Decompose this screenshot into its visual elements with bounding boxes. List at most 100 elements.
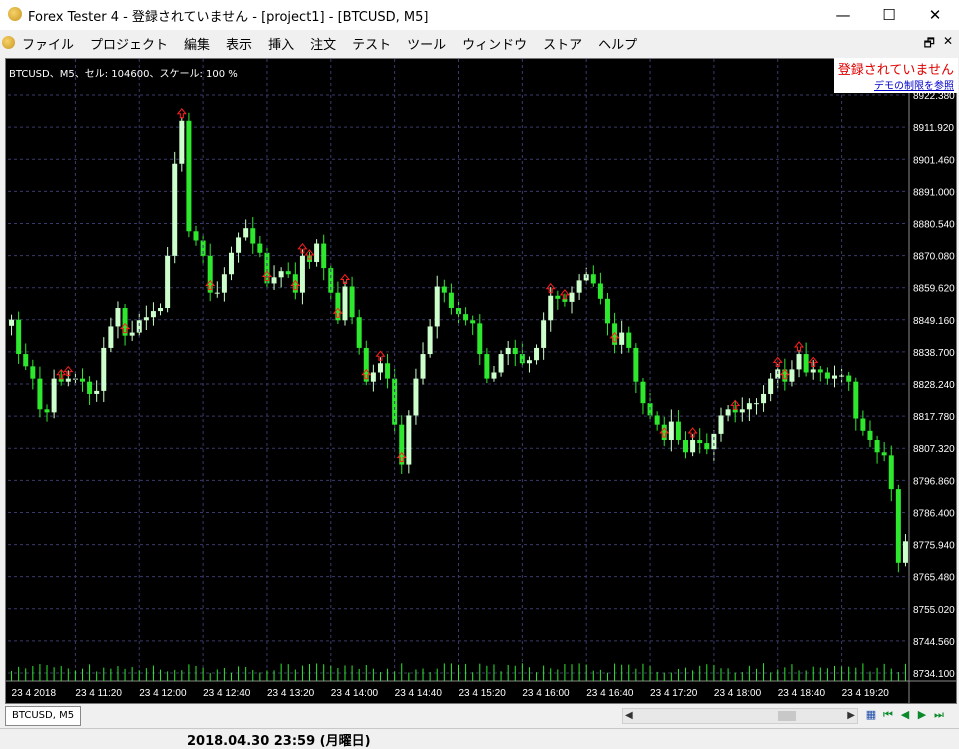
candle-body	[179, 120, 185, 164]
x-tick-label: 23 4 17:20	[650, 688, 698, 699]
candle-body	[902, 541, 908, 563]
scroll-thumb[interactable]	[778, 711, 796, 721]
candle-body	[853, 381, 859, 419]
y-tick-label: 8765.480	[913, 573, 955, 584]
x-tick-label: 23 4 16:40	[586, 688, 634, 699]
menu-store[interactable]: ストア	[543, 34, 582, 53]
menu-tools[interactable]: ツール	[407, 34, 446, 53]
candle-body	[470, 320, 476, 324]
menu-view[interactable]: 表示	[226, 34, 252, 53]
x-tick-label: 23 4 18:40	[778, 688, 826, 699]
navigation-buttons: ▦ ⏮ ◀ ▶ ⏭	[864, 707, 946, 723]
menu-order[interactable]: 注文	[310, 34, 336, 53]
scroll-right-icon[interactable]: ▶	[847, 709, 855, 723]
x-tick-label: 23 4 14:00	[331, 688, 379, 699]
candle-body	[370, 372, 376, 382]
menu-test[interactable]: テスト	[352, 34, 391, 53]
candle-body	[789, 369, 795, 382]
menu-window[interactable]: ウィンドウ	[462, 34, 527, 53]
x-tick-label: 23 4 12:40	[203, 688, 251, 699]
chart-tab-bar: BTCUSD, M5 ◀ ▶ ▦ ⏮ ◀ ▶ ⏭	[0, 704, 959, 728]
candle-body	[79, 378, 85, 382]
candle-body	[796, 354, 802, 370]
candle-body	[463, 314, 469, 321]
x-tick-label: 23 4 19:20	[842, 688, 890, 699]
candle-body	[172, 163, 178, 256]
chart-area[interactable]: 8922.380 8911.920 8901.460 8891.000 8880.540…	[5, 58, 957, 704]
y-tick-label: 8744.560	[913, 637, 955, 648]
candle-body	[214, 292, 220, 294]
candle-body	[427, 326, 433, 355]
window-title: Forex Tester 4 - 登録されていません - [project1] …	[28, 10, 429, 25]
mdi-controls: 🗗 ✕	[924, 34, 953, 55]
y-tick-label: 8807.320	[913, 444, 955, 455]
candle-body	[597, 283, 603, 299]
candle-body	[37, 378, 43, 410]
candle-body	[65, 378, 71, 382]
candle-body	[526, 360, 532, 364]
candle-body	[44, 409, 50, 413]
y-tick-label: 8734.100	[913, 669, 955, 680]
first-bar-icon[interactable]: ⏮	[881, 707, 895, 723]
menu-bar: ファイル プロジェクト 編集 表示 挿入 注文 テスト ツール ウィンドウ スト…	[0, 30, 959, 56]
candle-body	[16, 319, 22, 355]
candle-body	[193, 231, 199, 241]
minimize-button[interactable]: —	[820, 0, 866, 30]
candle-body	[94, 390, 100, 394]
candle-body	[356, 317, 362, 348]
candle-body	[413, 378, 419, 416]
candle-body	[846, 375, 852, 382]
y-tick-label: 8755.020	[913, 605, 955, 616]
candle-body	[498, 354, 504, 373]
candle-body	[626, 332, 632, 348]
maximize-button[interactable]: ☐	[866, 0, 912, 30]
candle-body	[718, 415, 724, 434]
candle-body	[548, 295, 554, 321]
last-bar-icon[interactable]: ⏭	[932, 707, 946, 723]
grid-icon[interactable]: ▦	[864, 707, 878, 723]
candle-body	[803, 354, 809, 373]
menu-insert[interactable]: 挿入	[268, 34, 294, 53]
close-button[interactable]: ✕	[912, 0, 958, 30]
candle-body	[761, 393, 767, 404]
buy-signal-arrow-icon	[176, 107, 187, 119]
x-tick-label: 23 4 15:20	[459, 688, 507, 699]
tab-btcusd-m5[interactable]: BTCUSD, M5	[5, 706, 82, 726]
menu-project[interactable]: プロジェクト	[90, 34, 168, 53]
menu-edit[interactable]: 編集	[184, 34, 210, 53]
candle-body	[158, 308, 164, 312]
candle-body	[633, 347, 639, 382]
candle-body	[739, 409, 745, 413]
candle-body	[675, 421, 681, 441]
mdi-restore-button[interactable]: 🗗	[924, 34, 935, 55]
candle-body	[243, 228, 249, 238]
unregistered-notice: 登録されていません デモの制限を参照	[834, 58, 958, 93]
price-chart[interactable]: 8922.3808911.9208901.4608891.0008880.540…	[6, 59, 956, 703]
candle-body	[9, 319, 15, 326]
mdi-close-button[interactable]: ✕	[943, 34, 953, 55]
candle-body	[143, 317, 149, 321]
candle-body	[541, 320, 547, 348]
play-icon[interactable]: ▶	[915, 707, 929, 723]
candle-body	[867, 430, 873, 441]
candle-body	[505, 347, 511, 355]
horizontal-scrollbar[interactable]: ◀ ▶	[622, 708, 858, 724]
candle-body	[619, 332, 625, 345]
candle-body	[87, 381, 93, 394]
candle-body	[236, 237, 242, 253]
candle-body	[285, 271, 291, 275]
candle-body	[299, 255, 305, 293]
candle-body	[661, 424, 667, 441]
prev-bar-icon[interactable]: ◀	[898, 707, 912, 723]
app-logo-icon	[8, 7, 22, 21]
demo-limits-link[interactable]: デモの制限を参照	[874, 77, 954, 92]
scroll-left-icon[interactable]: ◀	[625, 709, 633, 723]
menu-file[interactable]: ファイル	[22, 34, 74, 53]
candle-body	[477, 323, 483, 355]
x-tick-label: 23 4 12:00	[139, 688, 187, 699]
candle-body	[817, 369, 823, 373]
document-logo-icon[interactable]	[2, 36, 15, 49]
y-tick-label: 8849.160	[913, 316, 955, 327]
menu-help[interactable]: ヘルプ	[598, 34, 637, 53]
candle-body	[101, 347, 107, 391]
